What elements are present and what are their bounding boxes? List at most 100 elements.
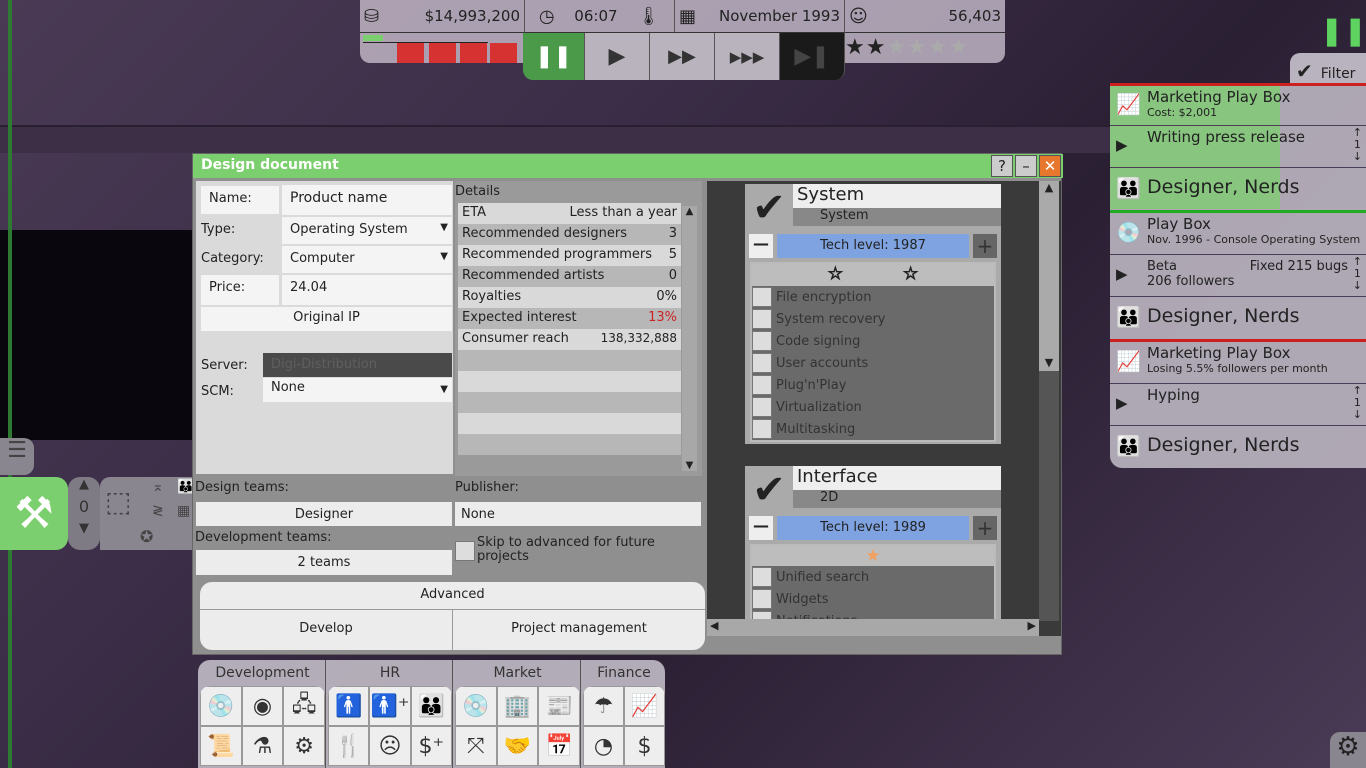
deals-icon[interactable]: 🤝 bbox=[496, 726, 539, 766]
floor-down-icon[interactable]: ▼ bbox=[68, 521, 100, 536]
checkbox[interactable] bbox=[752, 353, 772, 373]
salary-icon[interactable]: $⁺ bbox=[410, 726, 452, 766]
complaints-icon[interactable]: ☹ bbox=[369, 726, 411, 766]
advanced-button[interactable]: Advanced bbox=[200, 582, 705, 610]
name-input[interactable]: Product name bbox=[282, 185, 452, 215]
develop-button[interactable]: Develop bbox=[200, 610, 453, 650]
tech-decrease-button[interactable]: — bbox=[749, 516, 773, 540]
close-button[interactable]: ✕ bbox=[1039, 155, 1061, 177]
horizontal-scrollbar[interactable]: ◀ ▶ bbox=[707, 619, 1039, 636]
checkbox[interactable] bbox=[752, 397, 772, 417]
checkbox[interactable] bbox=[752, 375, 772, 395]
project-task[interactable]: ▶ Beta 206 followers Fixed 215 bugs ↑ 1 ↓ bbox=[1110, 255, 1366, 297]
scroll-down-icon[interactable]: ▼ bbox=[682, 460, 697, 471]
settings-button[interactable]: ⚙ bbox=[1330, 732, 1366, 768]
design-teams-button[interactable]: Designer bbox=[196, 502, 452, 526]
scroll-left-icon[interactable]: ◀ bbox=[710, 619, 718, 632]
vertical-scrollbar[interactable]: ▲ ▼ bbox=[1039, 181, 1059, 621]
project-management-button[interactable]: Project management bbox=[453, 610, 705, 650]
tech-decrease-button[interactable]: — bbox=[749, 234, 773, 258]
scroll-right-icon[interactable]: ▶ bbox=[1028, 619, 1036, 632]
calendar-icon[interactable]: 📅 bbox=[538, 726, 580, 766]
server-dropdown[interactable]: Digi-Distribution bbox=[263, 353, 452, 377]
fast-forward-button[interactable]: ▶▶ bbox=[650, 33, 715, 80]
build-tools-button[interactable]: ⚒ bbox=[0, 477, 68, 550]
feature-item[interactable]: System recovery bbox=[752, 308, 994, 330]
type-dropdown[interactable]: Operating System ▼ bbox=[282, 217, 452, 244]
employee-icon[interactable]: 🚹 bbox=[328, 686, 370, 726]
project-header[interactable]: 💿 Play Box Nov. 1996 - Console Operating S… bbox=[1110, 213, 1366, 255]
contract-icon[interactable]: 📜 bbox=[200, 726, 242, 766]
path-icon[interactable]: ≷ bbox=[152, 503, 164, 519]
market-products-icon[interactable]: 💿 bbox=[455, 686, 497, 726]
finance-chart-icon[interactable]: 📈 bbox=[624, 686, 665, 726]
checkbox[interactable] bbox=[752, 589, 772, 609]
distribution-icon[interactable]: ⤧ bbox=[455, 726, 497, 766]
scroll-up-icon[interactable]: ▲ bbox=[1039, 181, 1059, 194]
feature-item[interactable]: Plug'n'Play bbox=[752, 374, 994, 396]
products-icon[interactable]: ◉ bbox=[241, 686, 284, 726]
feature-item[interactable]: User accounts bbox=[752, 352, 994, 374]
project-task[interactable]: ▶ Hyping ↑ 1 ↓ bbox=[1110, 384, 1366, 426]
project-team[interactable]: 👪 Designer, Nerds bbox=[1110, 168, 1366, 210]
check-icon[interactable]: ✔ bbox=[745, 184, 793, 232]
insurance-icon[interactable]: ☂ bbox=[583, 686, 624, 726]
original-ip-button[interactable]: Original IP bbox=[201, 307, 452, 331]
checkbox[interactable] bbox=[752, 567, 772, 587]
skip-button[interactable]: ▶❚ bbox=[780, 33, 845, 80]
box-icon[interactable]: ⬚ bbox=[105, 485, 131, 518]
hire-icon[interactable]: 🚹⁺ bbox=[369, 686, 411, 726]
scroll-thumb[interactable]: ▲ ▼ bbox=[1039, 181, 1059, 371]
feature-item[interactable]: Virtualization bbox=[752, 396, 994, 418]
project-task[interactable]: ▶ Writing press release ↑ 1 ↓ bbox=[1110, 126, 1366, 168]
automation-icon[interactable]: ⚙ bbox=[283, 726, 325, 766]
companies-icon[interactable]: 🏢 bbox=[496, 686, 539, 726]
scroll-up-icon[interactable]: ▲ bbox=[682, 206, 697, 217]
priority-control[interactable]: ↑ 1 ↓ bbox=[1353, 127, 1362, 163]
dev-teams-button[interactable]: 2 teams bbox=[196, 550, 452, 575]
tech-increase-button[interactable]: + bbox=[973, 516, 997, 540]
dollar-icon[interactable]: $ bbox=[624, 726, 665, 766]
floor-selector[interactable]: ▲ 0 ▼ bbox=[68, 477, 100, 550]
feature-item[interactable]: Code signing bbox=[752, 330, 994, 352]
check-icon[interactable]: ✔ bbox=[745, 466, 793, 514]
details-scrollbar[interactable]: ▲ ▼ bbox=[682, 206, 697, 471]
minimize-button[interactable]: – bbox=[1015, 155, 1037, 177]
priority-control[interactable]: ↑ 1 ↓ bbox=[1353, 385, 1362, 421]
project-header[interactable]: 📈 Marketing Play Box Cost: $2,001 bbox=[1110, 86, 1366, 126]
help-button[interactable]: ? bbox=[991, 155, 1013, 177]
feature-item[interactable]: Multitasking bbox=[752, 418, 994, 440]
filter-button[interactable]: ✔ Filter bbox=[1290, 53, 1366, 83]
layers-button[interactable]: ☰ bbox=[0, 438, 34, 475]
fastest-button[interactable]: ▶▶▶ bbox=[715, 33, 780, 80]
news-icon[interactable]: 📰 bbox=[538, 686, 580, 726]
category-dropdown[interactable]: Computer ▼ bbox=[282, 246, 452, 273]
publisher-dropdown[interactable]: None bbox=[455, 502, 701, 526]
lamp-icon[interactable]: ⌅ bbox=[152, 479, 164, 495]
teams-icon[interactable]: 👪 bbox=[410, 686, 452, 726]
research-icon[interactable]: ⚗ bbox=[241, 726, 284, 766]
pie-chart-icon[interactable]: ◔ bbox=[583, 726, 624, 766]
checkbox[interactable] bbox=[752, 287, 772, 307]
scm-dropdown[interactable]: None ▼ bbox=[263, 378, 452, 402]
server-icon[interactable]: 🖧 bbox=[283, 686, 325, 726]
project-team[interactable]: 👪 Designer, Nerds bbox=[1110, 426, 1366, 468]
checkbox[interactable] bbox=[752, 331, 772, 351]
award-icon[interactable]: ✪ bbox=[140, 527, 153, 546]
staff-icon[interactable]: 🍴 bbox=[328, 726, 370, 766]
floor-up-icon[interactable]: ▲ bbox=[68, 477, 100, 492]
project-header[interactable]: 📈 Marketing Play Box Losing 5.5% followers… bbox=[1110, 342, 1366, 384]
play-button[interactable]: ▶ bbox=[585, 33, 650, 80]
feature-item[interactable]: Widgets bbox=[752, 588, 994, 610]
checkbox[interactable] bbox=[752, 419, 772, 439]
scroll-down-icon[interactable]: ▼ bbox=[1039, 356, 1059, 369]
new-product-icon[interactable]: 💿 bbox=[200, 686, 242, 726]
price-input[interactable]: 24.04 bbox=[282, 275, 452, 305]
project-team[interactable]: 👪 Designer, Nerds bbox=[1110, 297, 1366, 339]
feature-item[interactable]: Unified search bbox=[752, 566, 994, 588]
global-pause-icon[interactable]: ❚❚ bbox=[1320, 14, 1366, 47]
building-icon[interactable]: ▦ bbox=[177, 503, 190, 519]
checkbox[interactable] bbox=[752, 309, 772, 329]
pause-button[interactable]: ❚❚ bbox=[523, 33, 585, 80]
skip-advanced-checkbox[interactable] bbox=[455, 541, 475, 561]
